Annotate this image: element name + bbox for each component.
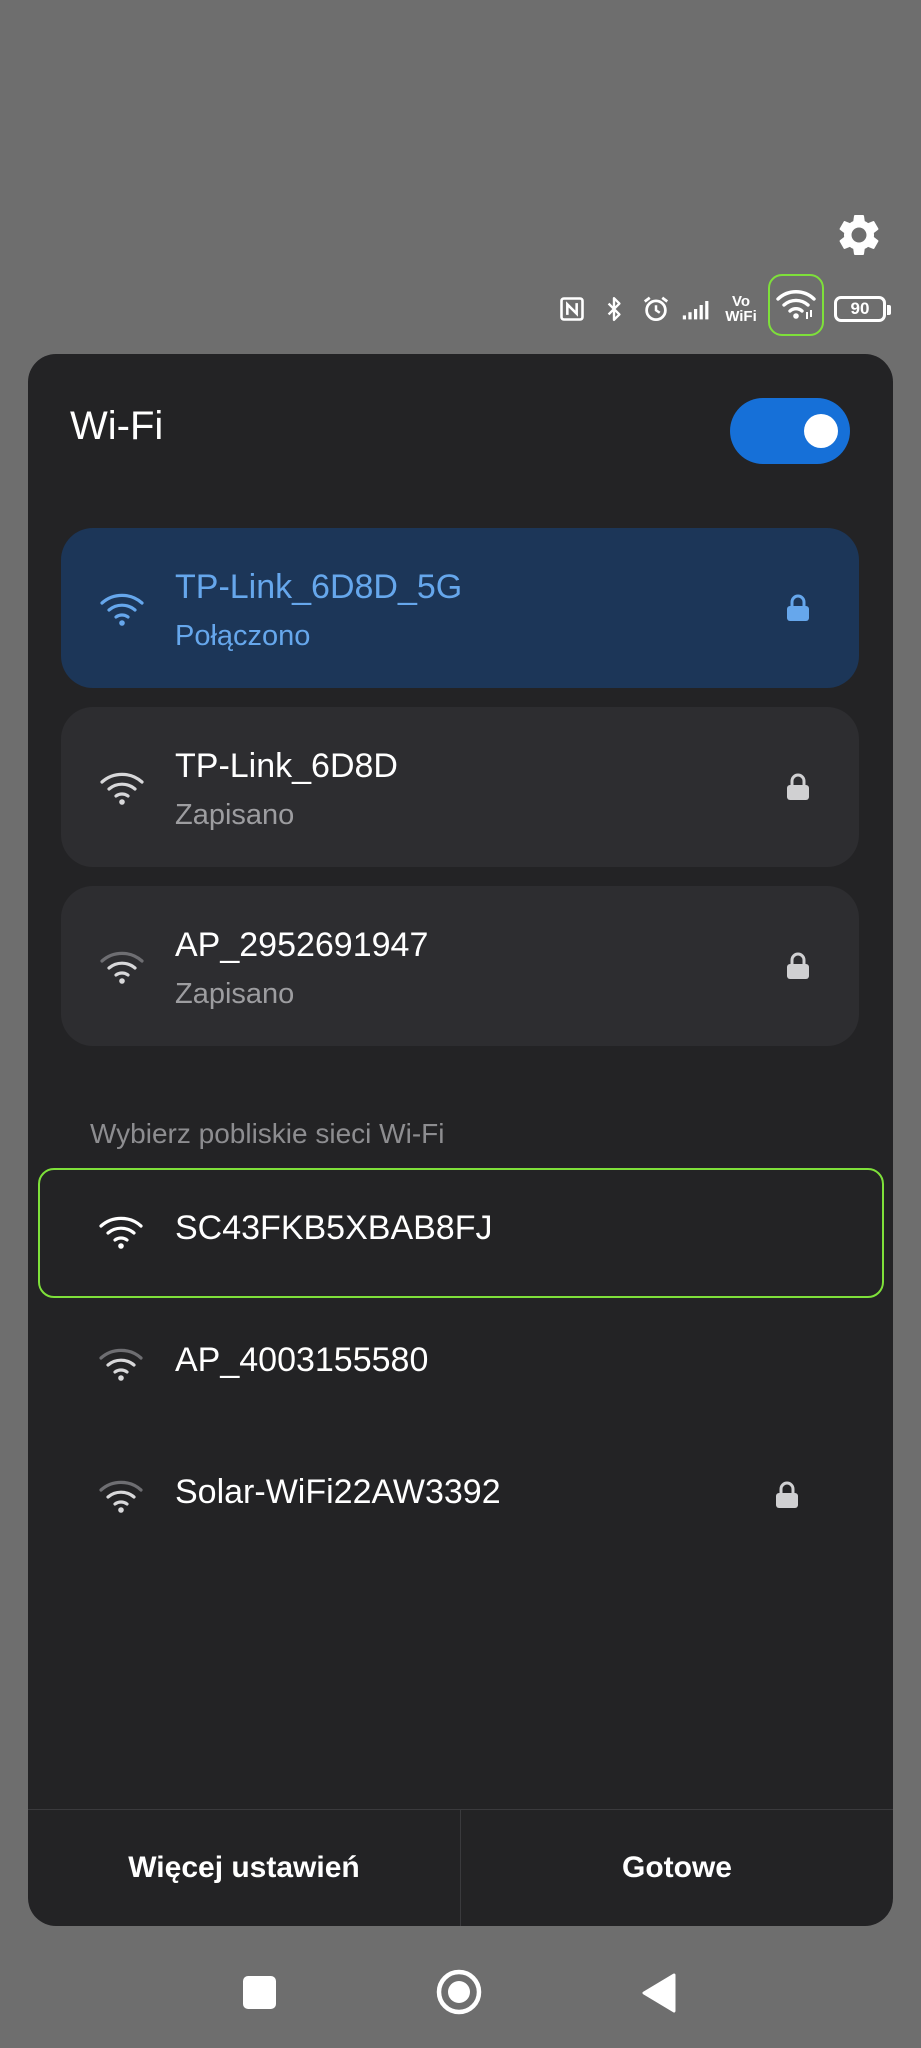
network-status: Połączono (175, 620, 311, 652)
nearby-network-row[interactable]: Solar-WiFi22AW3392 (28, 1433, 893, 1561)
done-button[interactable]: Gotowe (460, 1810, 893, 1926)
signal-icon (682, 293, 714, 325)
battery-icon: 90 (834, 296, 891, 322)
wifi-status-icon (768, 274, 824, 336)
recents-button[interactable] (243, 1976, 276, 2009)
wifi-signal-icon (99, 948, 145, 988)
vowifi-icon: Vo WiFi (725, 293, 757, 325)
wifi-signal-icon (99, 769, 145, 809)
wifi-panel: Wi-Fi TP-Link_6D8D_5G Połączono TP-Link_… (28, 354, 893, 1926)
nearby-network-row[interactable]: AP_4003155580 (28, 1301, 893, 1429)
home-button[interactable] (435, 1968, 483, 2016)
panel-title: Wi-Fi (70, 404, 164, 448)
status-bar: Vo WiFi 90 (556, 274, 891, 336)
network-status: Zapisano (175, 978, 295, 1010)
wifi-signal-icon (99, 590, 145, 630)
more-settings-button[interactable]: Więcej ustawień (28, 1810, 460, 1926)
saved-network-card[interactable]: AP_2952691947 Zapisano (61, 886, 859, 1046)
alarm-icon (640, 293, 672, 325)
lock-icon (785, 772, 811, 802)
saved-network-card[interactable]: TP-Link_6D8D_5G Połączono (61, 528, 859, 688)
saved-network-card[interactable]: TP-Link_6D8D Zapisano (61, 707, 859, 867)
toggle-knob (804, 414, 838, 448)
wifi-toggle[interactable] (730, 398, 850, 464)
lock-icon (785, 593, 811, 623)
gear-icon[interactable] (834, 210, 884, 260)
wifi-signal-icon (98, 1213, 144, 1253)
panel-footer: Więcej ustawień Gotowe (28, 1809, 893, 1926)
wifi-signal-icon (98, 1345, 144, 1385)
network-name: TP-Link_6D8D_5G (175, 568, 463, 606)
lock-icon (785, 951, 811, 981)
back-button[interactable] (640, 1972, 678, 2014)
section-label: Wybierz pobliskie sieci Wi-Fi (90, 1118, 445, 1149)
network-status: Zapisano (175, 799, 295, 831)
network-name: AP_4003155580 (175, 1341, 429, 1379)
bluetooth-icon (598, 293, 630, 325)
network-name: Solar-WiFi22AW3392 (175, 1473, 501, 1511)
network-name: SC43FKB5XBAB8FJ (175, 1209, 493, 1247)
lock-icon (774, 1480, 800, 1510)
wifi-signal-icon (98, 1477, 144, 1517)
nearby-network-row[interactable]: SC43FKB5XBAB8FJ (28, 1169, 893, 1297)
network-name: AP_2952691947 (175, 926, 429, 964)
network-name: TP-Link_6D8D (175, 747, 398, 785)
nfc-icon (556, 293, 588, 325)
